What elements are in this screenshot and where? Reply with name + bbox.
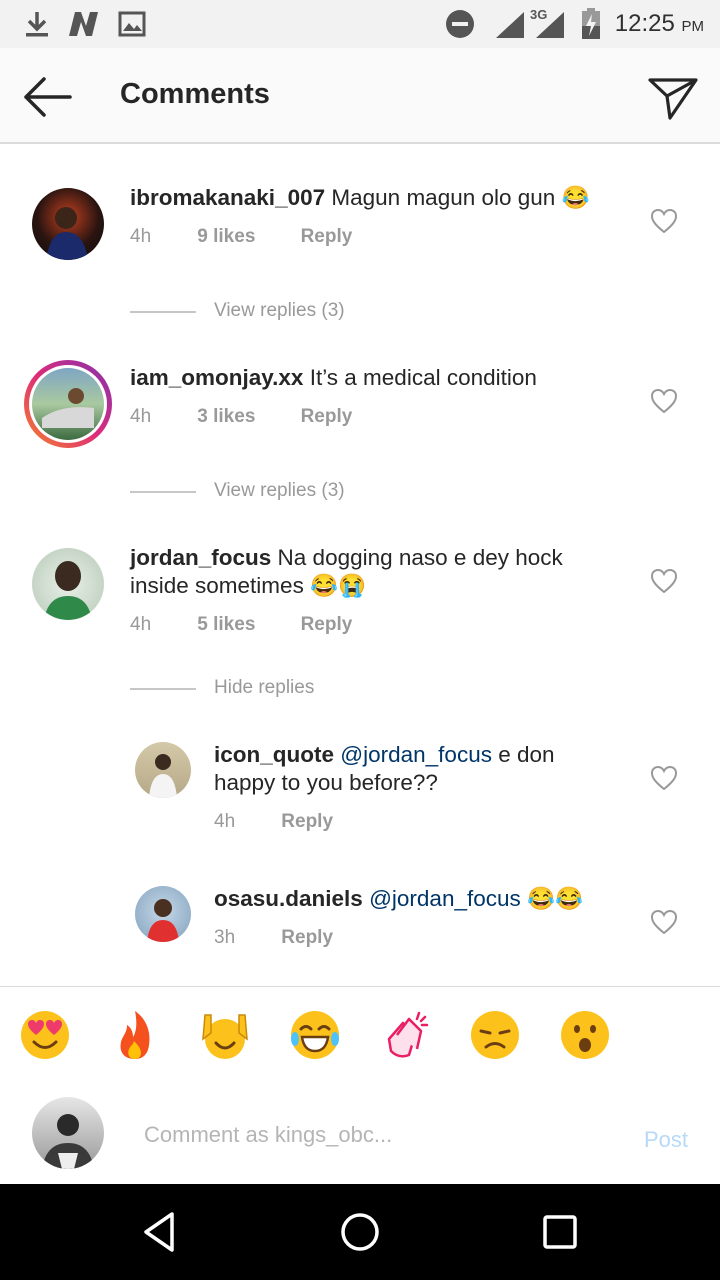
fire-emoji-icon[interactable] xyxy=(109,1009,161,1061)
comment-input[interactable] xyxy=(144,1119,614,1151)
comment-body: Magun magun olo gun 😂 xyxy=(331,185,590,210)
avatar-story-ring[interactable] xyxy=(24,360,112,448)
reply-body-cont: happy to you before?? xyxy=(214,770,438,795)
comment-meta: 4h 3 likes Reply xyxy=(130,406,352,428)
comment-username[interactable]: ibromakanaki_007 xyxy=(130,185,325,210)
reply-meta: 4h Reply xyxy=(214,811,333,833)
battery-charging-icon xyxy=(582,8,600,39)
comment-text: ibromakanaki_007 Magun magun olo gun 😂 xyxy=(130,184,630,212)
likes-count[interactable]: 5 likes xyxy=(197,614,295,636)
reply-item: osasu.daniels @jordan_focus 😂😂 3h Reply xyxy=(0,872,720,982)
clapping-hands-emoji-icon[interactable] xyxy=(379,1009,431,1061)
avatar-photo xyxy=(32,368,104,440)
comment-age: 4h xyxy=(130,226,152,247)
current-user-avatar xyxy=(32,1097,104,1169)
reply-text: osasu.daniels @jordan_focus 😂😂 xyxy=(214,885,634,913)
back-triangle-icon[interactable] xyxy=(134,1206,186,1258)
avatar[interactable] xyxy=(32,548,104,620)
reply-item: icon_quote @jordan_focus e don happy to … xyxy=(0,728,720,848)
comment-body: It’s a medical condition xyxy=(309,365,537,390)
comment-text: iam_omonjay.xx It’s a medical condition xyxy=(130,364,630,392)
signal-icon xyxy=(496,12,524,38)
reply-age: 4h xyxy=(214,811,236,832)
heart-icon[interactable] xyxy=(650,765,678,791)
view-replies-toggle[interactable]: View replies (3) xyxy=(130,477,530,507)
reply-age: 3h xyxy=(214,927,236,948)
reply-button[interactable]: Reply xyxy=(301,406,353,428)
comment-meta: 4h 9 likes Reply xyxy=(130,226,352,248)
surprised-face-emoji-icon[interactable] xyxy=(559,1009,611,1061)
heart-icon[interactable] xyxy=(650,388,678,414)
emoji-quick-bar xyxy=(0,986,720,1086)
likes-count[interactable]: 3 likes xyxy=(197,406,295,428)
heart-icon[interactable] xyxy=(650,909,678,935)
comment-age: 4h xyxy=(130,614,152,635)
download-icon xyxy=(26,12,48,37)
reply-meta: 3h Reply xyxy=(214,927,333,949)
divider xyxy=(130,311,196,313)
comment-item: jordan_focus Na dogging naso e dey hock … xyxy=(0,530,720,660)
divider xyxy=(130,491,196,493)
heart-icon[interactable] xyxy=(650,568,678,594)
avatar[interactable] xyxy=(135,742,191,798)
post-button[interactable]: Post xyxy=(644,1127,688,1153)
app-bar: Comments xyxy=(0,48,720,144)
reply-button[interactable]: Reply xyxy=(281,811,333,833)
status-bar: 3G 12:25 PM xyxy=(0,0,720,48)
hide-replies-toggle[interactable]: Hide replies xyxy=(130,674,530,704)
avatar xyxy=(29,365,107,443)
signal-icon-2 xyxy=(536,12,564,38)
n-app-icon xyxy=(69,12,98,36)
system-nav-bar xyxy=(0,1184,720,1280)
image-icon xyxy=(118,11,146,37)
comment-item: iam_omonjay.xx It’s a medical condition … xyxy=(0,350,720,480)
mention-link[interactable]: @jordan_focus xyxy=(340,742,492,767)
reply-button[interactable]: Reply xyxy=(281,927,333,949)
comment-age: 4h xyxy=(130,406,152,427)
tears-of-joy-emoji-icon[interactable] xyxy=(289,1009,341,1061)
reply-username[interactable]: osasu.daniels xyxy=(214,886,363,911)
comment-composer: Post xyxy=(0,1085,720,1184)
comment-body-cont: inside sometimes 😂😭 xyxy=(130,573,367,598)
mention-link[interactable]: @jordan_focus xyxy=(369,886,521,911)
reply-button[interactable]: Reply xyxy=(301,226,353,248)
do-not-disturb-icon xyxy=(446,10,474,38)
reply-body: e don xyxy=(491,742,555,767)
divider xyxy=(130,688,196,690)
comment-text: jordan_focus Na dogging naso e dey hock … xyxy=(130,544,630,600)
likes-count[interactable]: 9 likes xyxy=(197,226,295,248)
comment-item: ibromakanaki_007 Magun magun olo gun 😂 4… xyxy=(0,170,720,300)
reply-text: icon_quote @jordan_focus e don happy to … xyxy=(214,741,634,797)
avatar[interactable] xyxy=(135,886,191,942)
raised-hands-emoji-icon[interactable] xyxy=(199,1009,251,1061)
comment-username[interactable]: jordan_focus xyxy=(130,545,271,570)
comment-username[interactable]: iam_omonjay.xx xyxy=(130,365,303,390)
comment-meta: 4h 5 likes Reply xyxy=(130,614,352,636)
reply-button[interactable]: Reply xyxy=(301,614,353,636)
reply-body: 😂😂 xyxy=(520,886,584,911)
clock: 12:25 PM xyxy=(614,10,704,37)
comment-body: Na dogging naso e dey hock xyxy=(277,545,563,570)
reply-username[interactable]: icon_quote xyxy=(214,742,334,767)
heart-eyes-emoji-icon[interactable] xyxy=(19,1009,71,1061)
avatar[interactable] xyxy=(32,188,104,260)
recents-square-icon[interactable] xyxy=(534,1206,586,1258)
view-replies-toggle[interactable]: View replies (3) xyxy=(130,297,530,327)
page-title: Comments xyxy=(120,78,270,110)
home-circle-icon[interactable] xyxy=(334,1206,386,1258)
back-arrow-icon[interactable] xyxy=(20,72,74,122)
direct-send-icon[interactable] xyxy=(646,72,700,122)
heart-icon[interactable] xyxy=(650,208,678,234)
sad-face-emoji-icon[interactable] xyxy=(469,1009,521,1061)
